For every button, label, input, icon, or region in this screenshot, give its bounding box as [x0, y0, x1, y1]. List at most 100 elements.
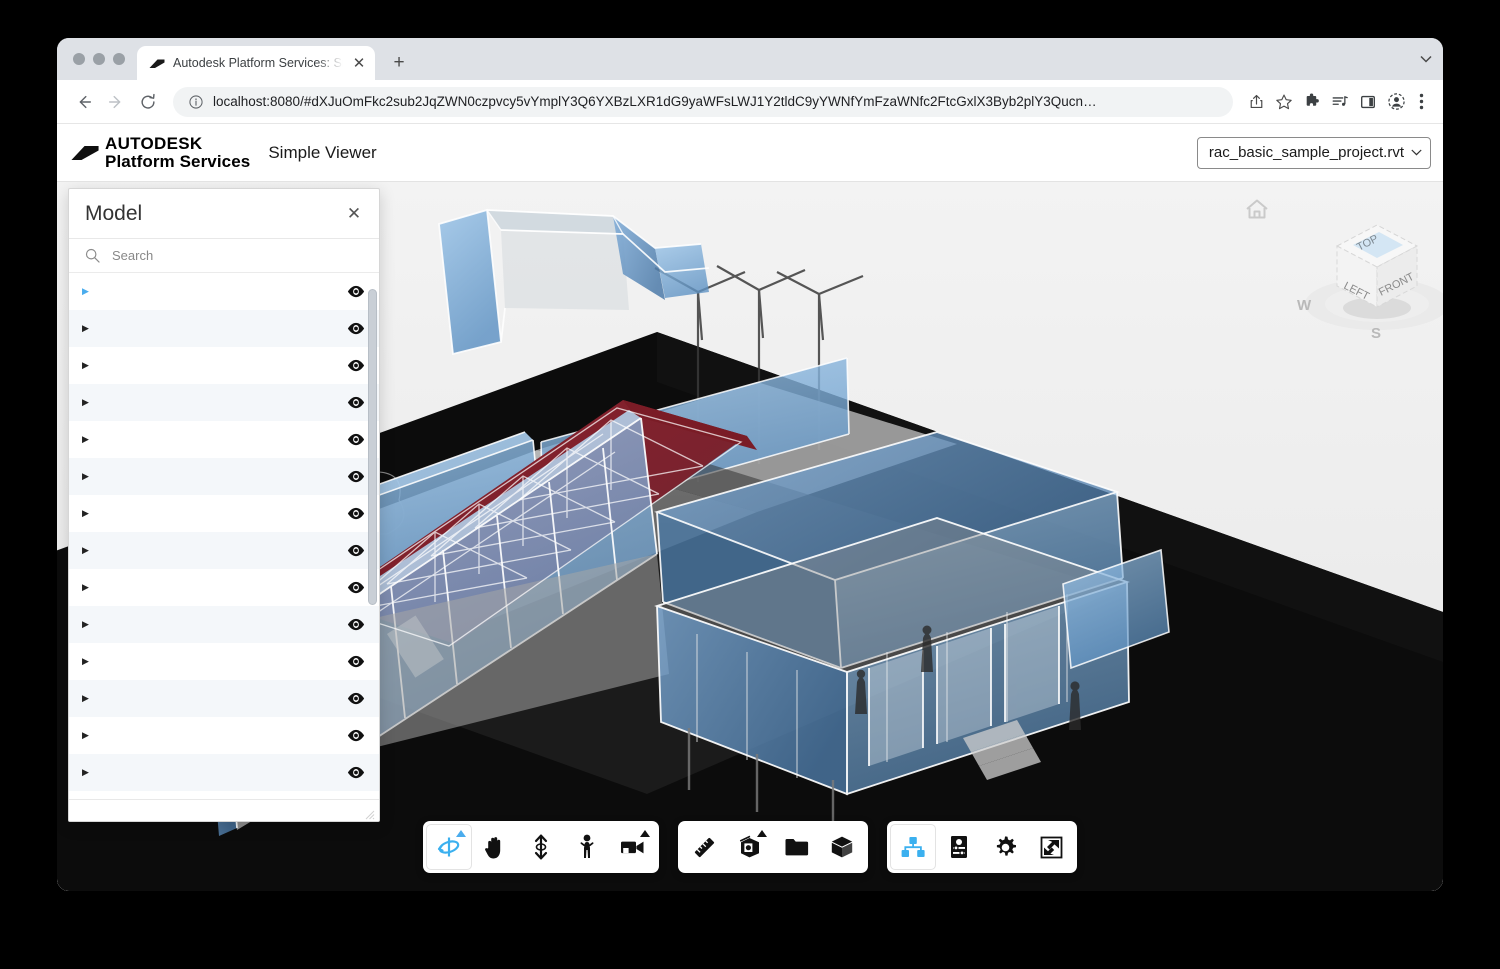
environment-tool[interactable] — [819, 824, 865, 870]
fullscreen-button[interactable] — [1028, 824, 1074, 870]
eye-visible-icon[interactable] — [347, 359, 365, 373]
search-field[interactable]: Search — [69, 239, 379, 273]
expand-caret-icon[interactable]: ▶ — [82, 398, 98, 407]
eye-visible-icon[interactable] — [347, 507, 365, 521]
zoom-tool[interactable] — [518, 824, 564, 870]
resize-grip-icon[interactable] — [364, 807, 375, 820]
home-icon[interactable] — [1243, 196, 1271, 222]
expand-caret-icon[interactable]: ▶ — [82, 546, 98, 555]
section-tool[interactable] — [727, 824, 773, 870]
window-minimize-button[interactable] — [93, 53, 105, 65]
orbit-icon — [436, 834, 462, 860]
autodesk-logo-icon — [149, 55, 165, 71]
expand-caret-icon[interactable]: ▶ — [82, 620, 98, 629]
tree-row[interactable]: ▶ — [69, 643, 379, 680]
browser-tab-title: Autodesk Platform Services: Si — [173, 56, 343, 70]
extensions-puzzle-icon[interactable] — [1299, 89, 1325, 115]
close-icon[interactable]: ✕ — [351, 56, 367, 71]
panel-footer — [69, 799, 379, 821]
navigation-tools — [423, 821, 659, 873]
bookmark-star-icon[interactable] — [1271, 89, 1297, 115]
explode-tool[interactable] — [773, 824, 819, 870]
view-cube[interactable]: W E S TOP LEFT FRONT — [1287, 212, 1443, 342]
eye-visible-icon[interactable] — [347, 655, 365, 669]
app-subtitle: Simple Viewer — [268, 142, 377, 162]
properties-button[interactable] — [936, 824, 982, 870]
tree-row[interactable]: ▶ — [69, 680, 379, 717]
expand-caret-icon[interactable]: ▶ — [82, 694, 98, 703]
tree-row[interactable]: ▶ — [69, 532, 379, 569]
expand-caret-icon[interactable]: ▶ — [82, 657, 98, 666]
tree-row[interactable]: ▶ — [69, 606, 379, 643]
eye-visible-icon[interactable] — [347, 544, 365, 558]
measure-tool[interactable] — [681, 824, 727, 870]
browser-tab[interactable]: Autodesk Platform Services: Si ✕ — [137, 46, 375, 80]
model-tree-list[interactable]: ▶ ▶ ▶ ▶ ▶ ▶ ▶ ▶ ▶ ▶ ▶ ▶ ▶ ▶ — [69, 273, 379, 799]
panel-tools — [887, 821, 1077, 873]
eye-visible-icon[interactable] — [347, 766, 365, 780]
eye-visible-icon[interactable] — [347, 581, 365, 595]
expand-caret-icon[interactable]: ▶ — [82, 731, 98, 740]
expand-caret-icon[interactable]: ▶ — [82, 287, 98, 296]
url-bar[interactable]: localhost:8080/#dXJuOmFkc2sub2JqZWN0czpv… — [173, 86, 1233, 117]
browser-tab-strip: Autodesk Platform Services: Si ✕ + — [57, 38, 1443, 80]
chevron-down-icon[interactable] — [1409, 38, 1443, 80]
settings-button[interactable] — [982, 824, 1028, 870]
close-icon[interactable]: ✕ — [343, 203, 365, 225]
eye-visible-icon[interactable] — [347, 396, 365, 410]
reload-button[interactable] — [133, 87, 163, 117]
tree-row[interactable]: ▶ — [69, 495, 379, 532]
expand-caret-icon[interactable]: ▶ — [82, 472, 98, 481]
pan-tool[interactable] — [472, 824, 518, 870]
expand-caret-icon[interactable]: ▶ — [82, 361, 98, 370]
properties-icon — [949, 835, 969, 859]
model-tree-button[interactable] — [890, 824, 936, 870]
side-panel-icon[interactable] — [1355, 89, 1381, 115]
panel-scrollbar-thumb[interactable] — [368, 289, 377, 605]
info-circle-icon[interactable] — [187, 93, 204, 110]
new-tab-button[interactable]: + — [385, 49, 413, 77]
cube-icon — [830, 835, 854, 859]
forward-button[interactable] — [101, 87, 131, 117]
camera-tool[interactable] — [610, 824, 656, 870]
share-icon[interactable] — [1243, 89, 1269, 115]
tree-row[interactable]: ▶ — [69, 384, 379, 421]
eye-visible-icon[interactable] — [347, 729, 365, 743]
expand-caret-icon[interactable]: ▶ — [82, 768, 98, 777]
fullscreen-icon — [1040, 836, 1063, 859]
orbit-tool[interactable] — [426, 824, 472, 870]
expand-caret-icon[interactable]: ▶ — [82, 583, 98, 592]
tree-row[interactable]: ▶ — [69, 421, 379, 458]
expand-caret-icon[interactable]: ▶ — [82, 324, 98, 333]
submenu-arrow-icon[interactable] — [456, 830, 466, 837]
eye-visible-icon[interactable] — [347, 285, 365, 299]
back-button[interactable] — [69, 87, 99, 117]
tree-row[interactable]: ▶ — [69, 273, 379, 310]
more-menu-icon[interactable] — [1411, 89, 1431, 115]
eye-visible-icon[interactable] — [347, 692, 365, 706]
tree-row[interactable]: ▶ — [69, 569, 379, 606]
submenu-arrow-icon[interactable] — [757, 830, 767, 837]
window-close-button[interactable] — [73, 53, 85, 65]
eye-visible-icon[interactable] — [347, 470, 365, 484]
eye-visible-icon[interactable] — [347, 618, 365, 632]
brand-line-1: AUTODESK — [105, 133, 203, 153]
viewer-toolbar — [423, 821, 1077, 873]
tree-row[interactable]: ▶ — [69, 458, 379, 495]
expand-caret-icon[interactable]: ▶ — [82, 509, 98, 518]
autodesk-platform-services-logo: AUTODESK Platform Services — [71, 133, 250, 171]
submenu-arrow-icon[interactable] — [640, 830, 650, 837]
reading-list-icon[interactable] — [1327, 89, 1353, 115]
viewer-canvas-container[interactable]: W E S TOP LEFT FRONT Model ✕ — [57, 182, 1443, 891]
expand-caret-icon[interactable]: ▶ — [82, 435, 98, 444]
profile-avatar-icon[interactable] — [1383, 89, 1409, 115]
tree-row[interactable]: ▶ — [69, 347, 379, 384]
tree-row[interactable]: ▶ — [69, 310, 379, 347]
model-select-dropdown[interactable]: rac_basic_sample_project.rvt — [1196, 136, 1431, 169]
eye-visible-icon[interactable] — [347, 433, 365, 447]
tree-row[interactable]: ▶ — [69, 717, 379, 754]
first-person-tool[interactable] — [564, 824, 610, 870]
tree-row[interactable]: ▶ — [69, 754, 379, 791]
window-maximize-button[interactable] — [113, 53, 125, 65]
eye-visible-icon[interactable] — [347, 322, 365, 336]
